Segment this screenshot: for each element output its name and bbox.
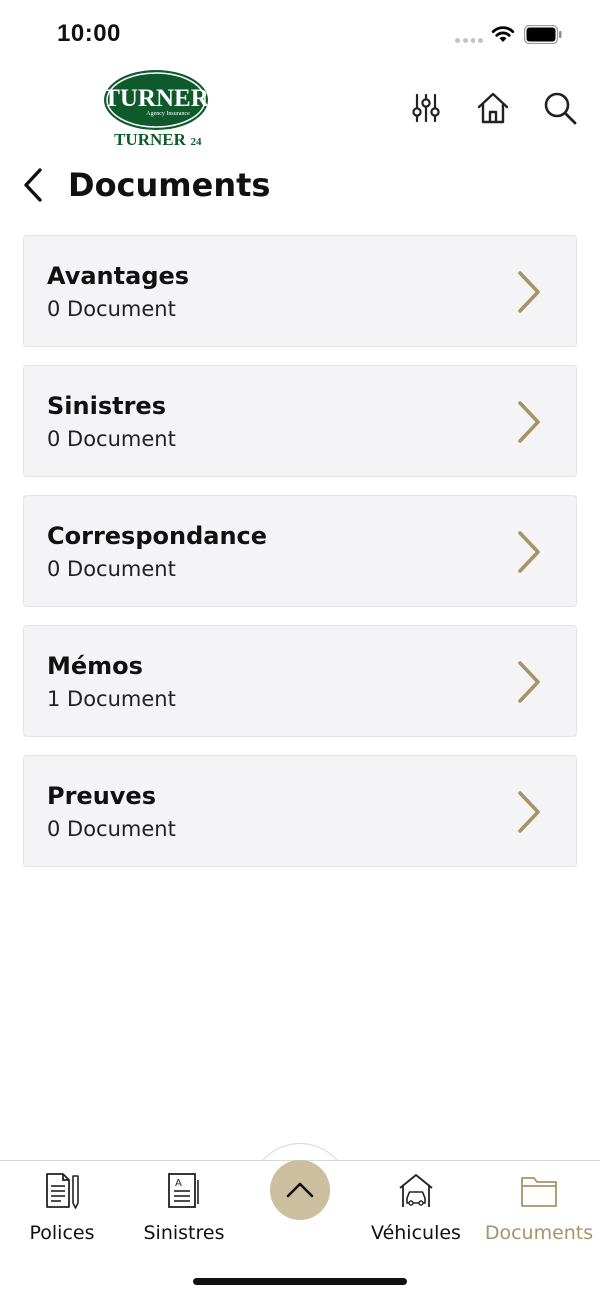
- home-icon: [477, 92, 509, 124]
- filter-button[interactable]: [408, 90, 444, 126]
- search-button[interactable]: [542, 90, 578, 126]
- category-count: 1 Document: [47, 687, 176, 711]
- chevron-right-icon: [518, 531, 540, 573]
- category-count: 0 Document: [47, 817, 176, 841]
- battery-icon: [524, 25, 562, 44]
- back-button[interactable]: [22, 160, 58, 210]
- claim-form-icon: A: [168, 1173, 199, 1208]
- svg-text:TURNER: TURNER: [114, 130, 187, 149]
- expand-menu-button[interactable]: [270, 1160, 330, 1220]
- category-name: Sinistres: [47, 392, 166, 420]
- status-bar: 10:00: [0, 0, 600, 70]
- document-category-preuves[interactable]: Preuves 0 Document: [23, 755, 577, 867]
- page-title: Documents: [68, 166, 271, 204]
- home-button[interactable]: [475, 90, 511, 126]
- document-category-list: Avantages 0 Document Sinistres 0 Documen…: [23, 235, 577, 885]
- category-name: Correspondance: [47, 522, 268, 550]
- tab-label: Sinistres: [143, 1222, 225, 1244]
- car-garage-icon: [399, 1174, 433, 1207]
- tab-documents[interactable]: Documents: [482, 1161, 596, 1251]
- category-count: 0 Document: [47, 557, 176, 581]
- tab-sinistres[interactable]: A Sinistres: [138, 1161, 230, 1251]
- category-name: Mémos: [47, 652, 143, 680]
- tab-label: Véhicules: [371, 1222, 461, 1244]
- svg-text:Agency Insurance: Agency Insurance: [146, 111, 190, 117]
- policy-document-icon: [46, 1173, 79, 1209]
- chevron-up-icon: [286, 1182, 314, 1198]
- chevron-right-icon: [518, 401, 540, 443]
- document-category-correspondance[interactable]: Correspondance 0 Document: [23, 495, 577, 607]
- category-count: 0 Document: [47, 427, 176, 451]
- wifi-icon: [491, 26, 515, 42]
- document-category-sinistres[interactable]: Sinistres 0 Document: [23, 365, 577, 477]
- tab-label: Polices: [29, 1222, 95, 1244]
- tab-polices[interactable]: Polices: [22, 1161, 102, 1251]
- status-time: 10:00: [57, 20, 121, 47]
- sliders-icon: [412, 93, 440, 123]
- tab-vehicules[interactable]: Véhicules: [366, 1161, 466, 1251]
- chevron-right-icon: [518, 791, 540, 833]
- turner-logo[interactable]: TURNER Agency Insurance TURNER 24: [100, 68, 212, 150]
- folder-icon: [521, 1177, 557, 1207]
- home-indicator: [193, 1278, 407, 1285]
- chevron-right-icon: [518, 661, 540, 703]
- search-icon: [544, 92, 577, 125]
- tab-label: Documents: [484, 1222, 594, 1244]
- cellular-signal-icon: [455, 38, 483, 44]
- document-category-avantages[interactable]: Avantages 0 Document: [23, 235, 577, 347]
- svg-text:24: 24: [191, 136, 203, 148]
- svg-text:A: A: [175, 1178, 182, 1189]
- category-name: Avantages: [47, 262, 190, 290]
- category-name: Preuves: [47, 782, 156, 810]
- svg-text:TURNER: TURNER: [103, 85, 210, 112]
- document-category-memos[interactable]: Mémos 1 Document: [23, 625, 577, 737]
- chevron-right-icon: [518, 271, 540, 313]
- category-count: 0 Document: [47, 297, 176, 321]
- page-header: Documents: [22, 160, 270, 210]
- chevron-left-icon: [24, 168, 42, 202]
